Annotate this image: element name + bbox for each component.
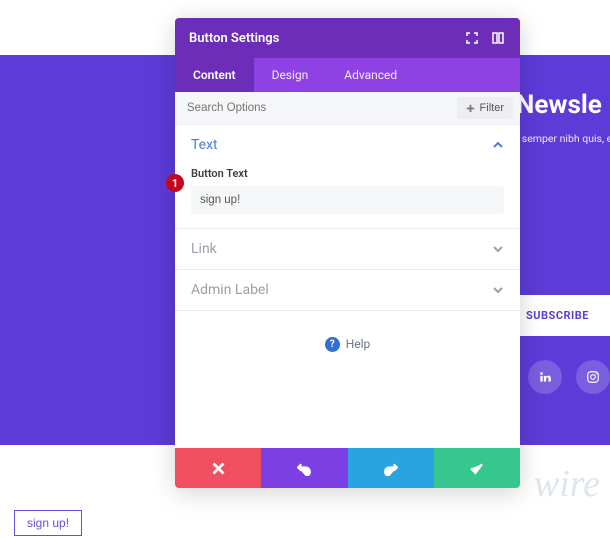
chevron-down-icon xyxy=(492,284,504,296)
search-row: Filter xyxy=(175,92,520,125)
button-text-input[interactable] xyxy=(191,186,504,214)
help-row[interactable]: ? Help xyxy=(175,311,520,378)
linkedin-icon[interactable] xyxy=(528,360,562,394)
help-label: Help xyxy=(346,337,371,351)
cancel-button[interactable] xyxy=(175,448,261,488)
tab-design[interactable]: Design xyxy=(254,58,327,92)
section-link-header[interactable]: Link xyxy=(175,229,520,269)
help-icon: ? xyxy=(325,337,340,352)
tab-advanced[interactable]: Advanced xyxy=(326,58,415,92)
panel-footer xyxy=(175,448,520,488)
confirm-button[interactable] xyxy=(434,448,520,488)
undo-button[interactable] xyxy=(261,448,347,488)
section-admin-title: Admin Label xyxy=(191,282,269,298)
chevron-up-icon xyxy=(492,139,504,151)
section-text: Text Button Text xyxy=(175,125,520,229)
button-text-label: Button Text xyxy=(191,167,504,180)
redo-button[interactable] xyxy=(348,448,434,488)
tab-content[interactable]: Content xyxy=(175,58,254,92)
watermark-text: wire xyxy=(534,462,600,506)
preview-signup-button[interactable]: sign up! xyxy=(14,510,82,536)
subscribe-button[interactable]: SUBSCRIBE xyxy=(505,295,610,336)
chevron-down-icon xyxy=(492,243,504,255)
section-link-title: Link xyxy=(191,241,217,257)
panel-titlebar: Button Settings xyxy=(175,18,520,58)
instagram-icon[interactable] xyxy=(576,360,610,394)
panel-title: Button Settings xyxy=(189,31,279,46)
filter-button[interactable]: Filter xyxy=(457,97,513,119)
section-text-content: Button Text xyxy=(175,165,520,228)
section-admin-header[interactable]: Admin Label xyxy=(175,270,520,310)
panel-body: Text Button Text Link xyxy=(175,125,520,448)
section-text-title: Text xyxy=(191,137,218,153)
section-admin-label: Admin Label xyxy=(175,270,520,311)
expand-icon[interactable] xyxy=(464,30,480,46)
search-input[interactable] xyxy=(175,92,450,124)
section-text-header[interactable]: Text xyxy=(175,125,520,165)
annotation-badge: 1 xyxy=(166,174,184,192)
stage: r Newsle pus, semper nibh quis, e SUBSCR… xyxy=(0,0,610,538)
settings-panel: Button Settings Content Design Advanced … xyxy=(175,18,520,488)
panel-tabs: Content Design Advanced xyxy=(175,58,520,92)
filter-label: Filter xyxy=(480,102,504,114)
columns-icon[interactable] xyxy=(490,30,506,46)
section-link: Link xyxy=(175,229,520,270)
